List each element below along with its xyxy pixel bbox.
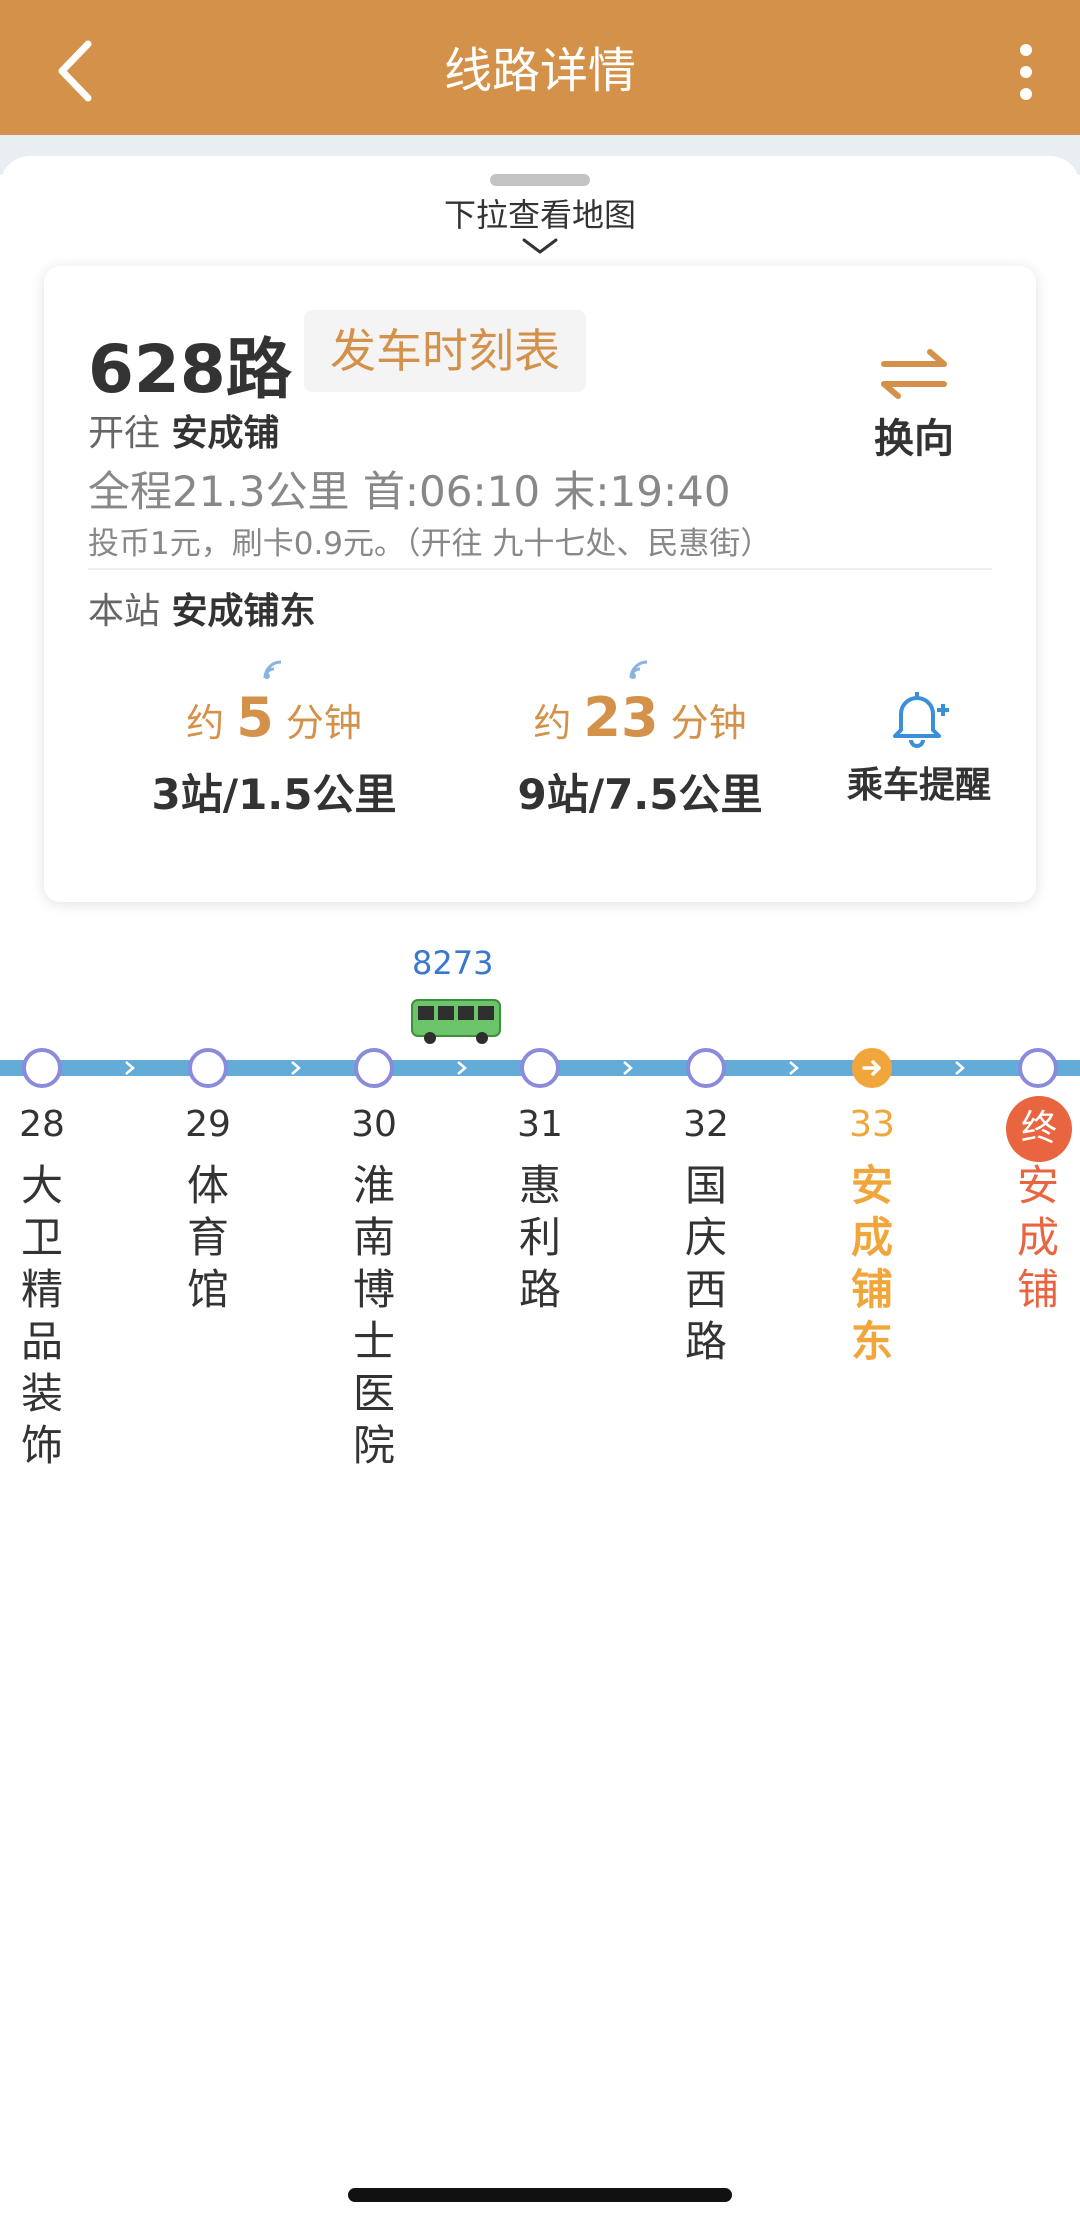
arrival-unit: 分钟 xyxy=(285,701,362,745)
stop-seq: 33 xyxy=(849,1104,895,1145)
track-chevron-icon xyxy=(623,1061,633,1075)
track-chevron-icon xyxy=(955,1061,965,1075)
page-title: 线路详情 xyxy=(443,43,636,99)
realtime-signal-icon xyxy=(629,660,648,679)
stop-node[interactable] xyxy=(1018,1048,1058,1088)
track-chevron-icon xyxy=(125,1061,135,1075)
realtime-signal-icon xyxy=(263,660,282,679)
home-indicator xyxy=(348,2188,732,2202)
arrival-distance: 3站/1.5公里 xyxy=(151,770,397,819)
arrival-minutes: 23 xyxy=(583,686,659,749)
stop-node[interactable] xyxy=(520,1048,560,1088)
arrival-time: 约 23 分钟 xyxy=(490,686,790,749)
direction-label: 开往 xyxy=(88,413,161,454)
stop-name[interactable]: 大卫精品装饰 xyxy=(12,1160,72,1472)
stop-seq: 31 xyxy=(517,1104,563,1145)
stop-node[interactable] xyxy=(354,1048,394,1088)
stop-seq: 28 xyxy=(19,1104,65,1145)
stop-name[interactable]: 惠利路 xyxy=(510,1160,570,1316)
stop-name[interactable]: 淮南博士医院 xyxy=(344,1160,404,1472)
terminal-badge: 终 xyxy=(1006,1096,1072,1162)
station-name: 安成铺东 xyxy=(171,591,316,632)
stop-name-terminal[interactable]: 安成铺 xyxy=(1008,1160,1068,1316)
arrival-estimate-1: 约 5 分钟 3站/1.5公里 xyxy=(124,656,424,822)
current-stop-node[interactable] xyxy=(852,1048,892,1088)
divider xyxy=(88,568,992,570)
arrival-unit: 分钟 xyxy=(670,701,747,745)
switch-direction-label: 换向 xyxy=(874,416,954,462)
arrival-distance: 9站/7.5公里 xyxy=(517,770,763,819)
switch-direction-button[interactable]: 换向 xyxy=(834,346,994,464)
track-chevron-icon xyxy=(291,1061,301,1075)
stop-name[interactable]: 体育馆 xyxy=(178,1160,238,1316)
bus-plate: 8273 xyxy=(412,944,494,982)
chevron-down-icon xyxy=(522,238,558,254)
stop-node[interactable] xyxy=(22,1048,62,1088)
arrival-prefix: 约 xyxy=(533,701,572,745)
more-button[interactable] xyxy=(1000,38,1050,108)
stop-seq: 30 xyxy=(351,1104,397,1145)
stop-seq: 29 xyxy=(185,1104,231,1145)
bus-icon[interactable] xyxy=(410,998,502,1046)
stop-name[interactable]: 国庆西路 xyxy=(676,1160,736,1368)
schedule-button[interactable]: 发车时刻表 xyxy=(304,310,586,392)
destination-line: 开往 安成铺 xyxy=(88,404,279,456)
swap-arrows-icon xyxy=(881,349,947,399)
ride-reminder-button[interactable]: 乘车提醒 xyxy=(819,686,1019,808)
stop-seq: 32 xyxy=(683,1104,729,1145)
arrow-right-icon xyxy=(862,1060,881,1076)
ride-reminder-label: 乘车提醒 xyxy=(846,765,991,806)
drag-handle[interactable] xyxy=(490,174,590,186)
destination-name: 安成铺 xyxy=(171,413,280,454)
arrival-estimate-2: 约 23 分钟 9站/7.5公里 xyxy=(490,656,790,822)
route-number: 628路 xyxy=(88,331,292,408)
arrival-minutes: 5 xyxy=(236,686,274,749)
more-dot-icon xyxy=(1020,44,1032,56)
route-info-card: 628路 发车时刻表 开往 安成铺 全程21.3公里 首:06:10 末:19:… xyxy=(44,266,1036,902)
more-dot-icon xyxy=(1020,66,1032,78)
more-dot-icon xyxy=(1020,88,1032,100)
track-chevron-icon xyxy=(789,1061,799,1075)
arrival-prefix: 约 xyxy=(186,701,225,745)
stop-node[interactable] xyxy=(686,1048,726,1088)
arrival-time: 约 5 分钟 xyxy=(124,686,424,749)
current-station-line: 本站 安成铺东 xyxy=(88,582,315,634)
route-summary: 全程21.3公里 首:06:10 末:19:40 xyxy=(88,467,731,516)
nav-bar: 线路详情 xyxy=(0,0,1080,135)
pull-map-hint[interactable]: 下拉查看地图 xyxy=(0,190,1080,236)
station-label: 本站 xyxy=(88,591,161,632)
stop-name-current[interactable]: 安成铺东 xyxy=(842,1160,902,1368)
bell-plus-icon xyxy=(893,692,949,748)
fare-info: 投币1元，刷卡0.9元。（开往 九十七处、民惠街） xyxy=(88,526,772,562)
track-chevron-icon xyxy=(457,1061,467,1075)
stop-node[interactable] xyxy=(188,1048,228,1088)
